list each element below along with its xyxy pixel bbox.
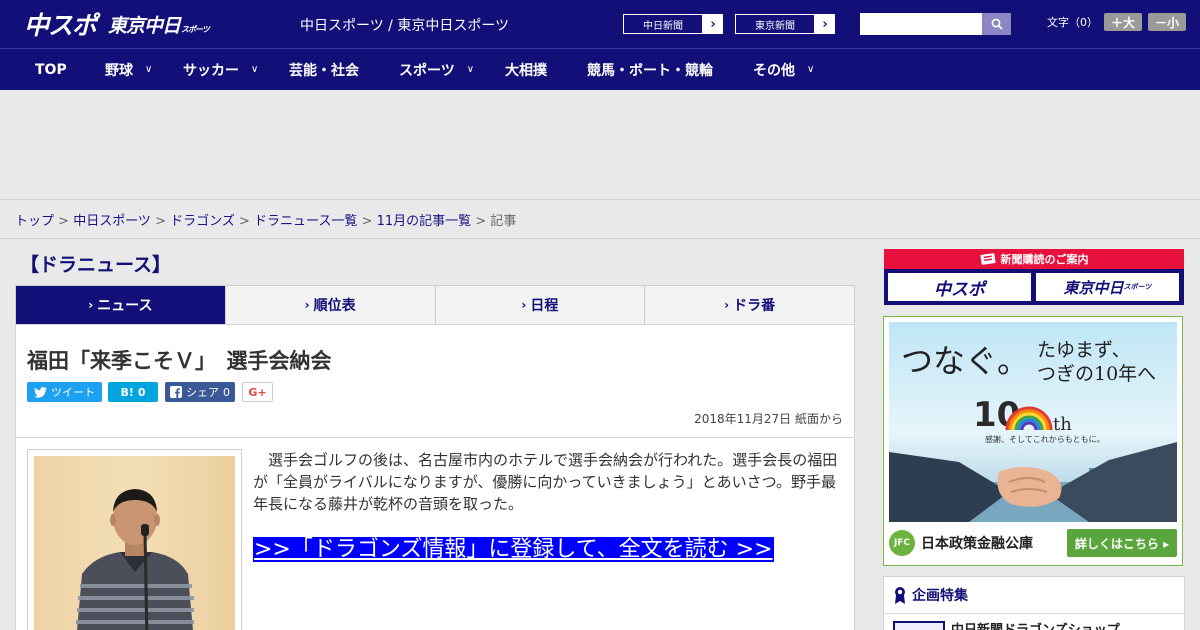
nav-baseball[interactable]: 野球 ∨ (105, 49, 152, 90)
top-header: 中スポ 東京中日スポーツ 中日スポーツ / 東京中日スポーツ 中日新聞 › 東京… (0, 0, 1200, 48)
breadcrumb-top[interactable]: トップ (15, 214, 54, 229)
chevron-right-icon: › (304, 298, 310, 312)
chevron-right-icon: › (724, 298, 730, 312)
hatena-icon: B! (120, 385, 134, 399)
chevron-right-icon: › (88, 298, 94, 312)
article-body: 選手会ゴルフの後は、名古屋市内のホテルで選手会納会が行われた。選手会長の福田が「… (253, 451, 838, 513)
subscription-box: 新聞購読のご案内 中スポ 東京中日 スポーツ (884, 249, 1184, 305)
tab-news[interactable]: › ニュース (16, 286, 226, 332)
subscribe-chuspo-button[interactable]: 中スポ (888, 273, 1031, 301)
article: 福田「来季こそＶ」 選手会納会 ツイート B! 0 シェア 0 G+ 2018年… (15, 324, 855, 630)
ad-org-name: 日本政策金融公庫 (921, 536, 1033, 552)
divider (884, 613, 1184, 614)
player-speaking-photo (34, 456, 235, 630)
hatena-count: 0 (137, 385, 146, 399)
search-box (860, 13, 1011, 35)
ad-details-button[interactable]: 詳しくはこちら ▸ (1067, 529, 1177, 557)
article-date: 2018年11月27日 紙面から (694, 412, 843, 426)
tab-dora-ban[interactable]: › ドラ番 (645, 286, 854, 324)
subscription-header: 新聞購読のご案内 (884, 249, 1184, 269)
font-size-label: 文字（0） (1047, 16, 1098, 29)
sidebar-ad[interactable]: つなぐ。 たゆまず、 つぎの10年へ 10 th 感謝、そしてこれからもともに。 (883, 316, 1183, 566)
google-plus-button[interactable]: G+ (242, 382, 273, 402)
section-tabs: › ニュース › 順位表 › 日程 › ドラ番 (15, 285, 855, 332)
subscribe-tokyo-chunichi-button[interactable]: 東京中日 スポーツ (1036, 273, 1179, 301)
font-bigger-button[interactable]: ＋大 (1104, 13, 1142, 31)
chevron-right-icon: › (521, 298, 527, 312)
nav-sports[interactable]: スポーツ ∨ (399, 49, 474, 90)
feature-header: 企画特集 (894, 585, 968, 605)
ribbon-icon (895, 587, 905, 604)
chunichi-shimbun-link[interactable]: 中日新聞 › (622, 13, 724, 35)
section-title: 【ドラニュース】 (20, 254, 172, 276)
breadcrumb-chunichi-sports[interactable]: 中日スポーツ (73, 214, 151, 229)
search-button[interactable] (982, 13, 1011, 35)
newspaper-icon (980, 253, 995, 265)
nav-racing[interactable]: 競馬・ボート・競輪 (587, 49, 713, 90)
font-smaller-button[interactable]: －小 (1148, 13, 1186, 31)
site-logo[interactable]: 中スポ 東京中日スポーツ (24, 8, 210, 40)
chevron-down-icon: ∨ (251, 64, 259, 75)
ad-image: つなぐ。 たゆまず、 つぎの10年へ 10 th 感謝、そしてこれからもともに。 (889, 322, 1177, 522)
ad-tagline: 感謝、そしてこれからもともに。 (985, 434, 1105, 444)
font-size-controls: 文字（0） ＋大 －小 (1047, 13, 1186, 31)
divider (0, 238, 1200, 239)
search-icon (991, 18, 1003, 30)
nav-other[interactable]: その他 ∨ (753, 49, 814, 90)
article-photo[interactable] (27, 449, 242, 630)
chevron-down-icon: ∨ (807, 64, 815, 75)
chevron-down-icon: ∨ (466, 64, 475, 75)
breadcrumb-november-list[interactable]: 11月の記事一覧 (377, 214, 472, 229)
chevron-right-icon: › (710, 16, 716, 32)
ad-footer: JFC 日本政策金融公庫 詳しくはこちら ▸ (889, 524, 1177, 562)
breadcrumb-dra-news-list[interactable]: ドラニュース一覧 (254, 214, 357, 229)
nav-entertainment-society[interactable]: 芸能・社会 (289, 49, 359, 90)
logo-chuspo: 中スポ (24, 11, 97, 40)
tokyo-shimbun-link[interactable]: 東京新聞 › (734, 13, 836, 35)
chevron-right-icon: › (822, 16, 828, 32)
ad-subheadline-2: つぎの10年へ (1037, 363, 1156, 385)
breadcrumb: トップ > 中日スポーツ > ドラゴンズ > ドラニュース一覧 > 11月の記事… (15, 214, 517, 229)
jfc-logo: JFC (889, 530, 915, 556)
search-input[interactable] (860, 13, 982, 35)
feature-thumbnail[interactable] (893, 621, 945, 630)
ad-banner-area (0, 90, 1200, 200)
divider (16, 437, 854, 438)
facebook-share-button[interactable]: シェア 0 (165, 382, 235, 402)
read-more-link[interactable]: >>「ドラゴンズ情報」に登録して、全文を読む >> (253, 537, 774, 562)
site-name: 中日スポーツ / 東京中日スポーツ (300, 18, 510, 34)
anniversary-suffix: th (1053, 414, 1072, 435)
nav-soccer[interactable]: サッカー ∨ (183, 49, 258, 90)
feature-box: 企画特集 中日新聞ドラゴンズショップ (883, 576, 1185, 630)
logo-tokyo-chunichi: 東京中日スポーツ (108, 14, 210, 37)
article-title: 福田「来季こそＶ」 選手会納会 (27, 349, 332, 373)
ad-headline: つなぐ。 (901, 342, 1029, 380)
ad-subheadline: たゆまず、 (1037, 339, 1131, 361)
nav-top[interactable]: TOP (35, 49, 67, 90)
main-nav: TOP 野球 ∨ サッカー ∨ 芸能・社会 スポーツ ∨ 大相撲 競馬・ボート・競輪 … (0, 48, 1200, 90)
breadcrumb-current: 記事 (490, 214, 517, 229)
tab-standings[interactable]: › 順位表 (226, 286, 436, 324)
hatena-bookmark-button[interactable]: B! 0 (108, 382, 158, 402)
feature-item-dragons-shop[interactable]: 中日新聞ドラゴンズショップ (951, 619, 1120, 630)
chevron-down-icon: ∨ (145, 64, 153, 75)
facebook-count: 0 (223, 385, 230, 399)
facebook-icon (170, 386, 182, 398)
tweet-button[interactable]: ツイート (27, 382, 102, 402)
breadcrumb-dragons[interactable]: ドラゴンズ (170, 214, 235, 229)
nav-sumo[interactable]: 大相撲 (505, 49, 547, 90)
twitter-icon (34, 386, 47, 398)
tab-schedule[interactable]: › 日程 (436, 286, 646, 324)
